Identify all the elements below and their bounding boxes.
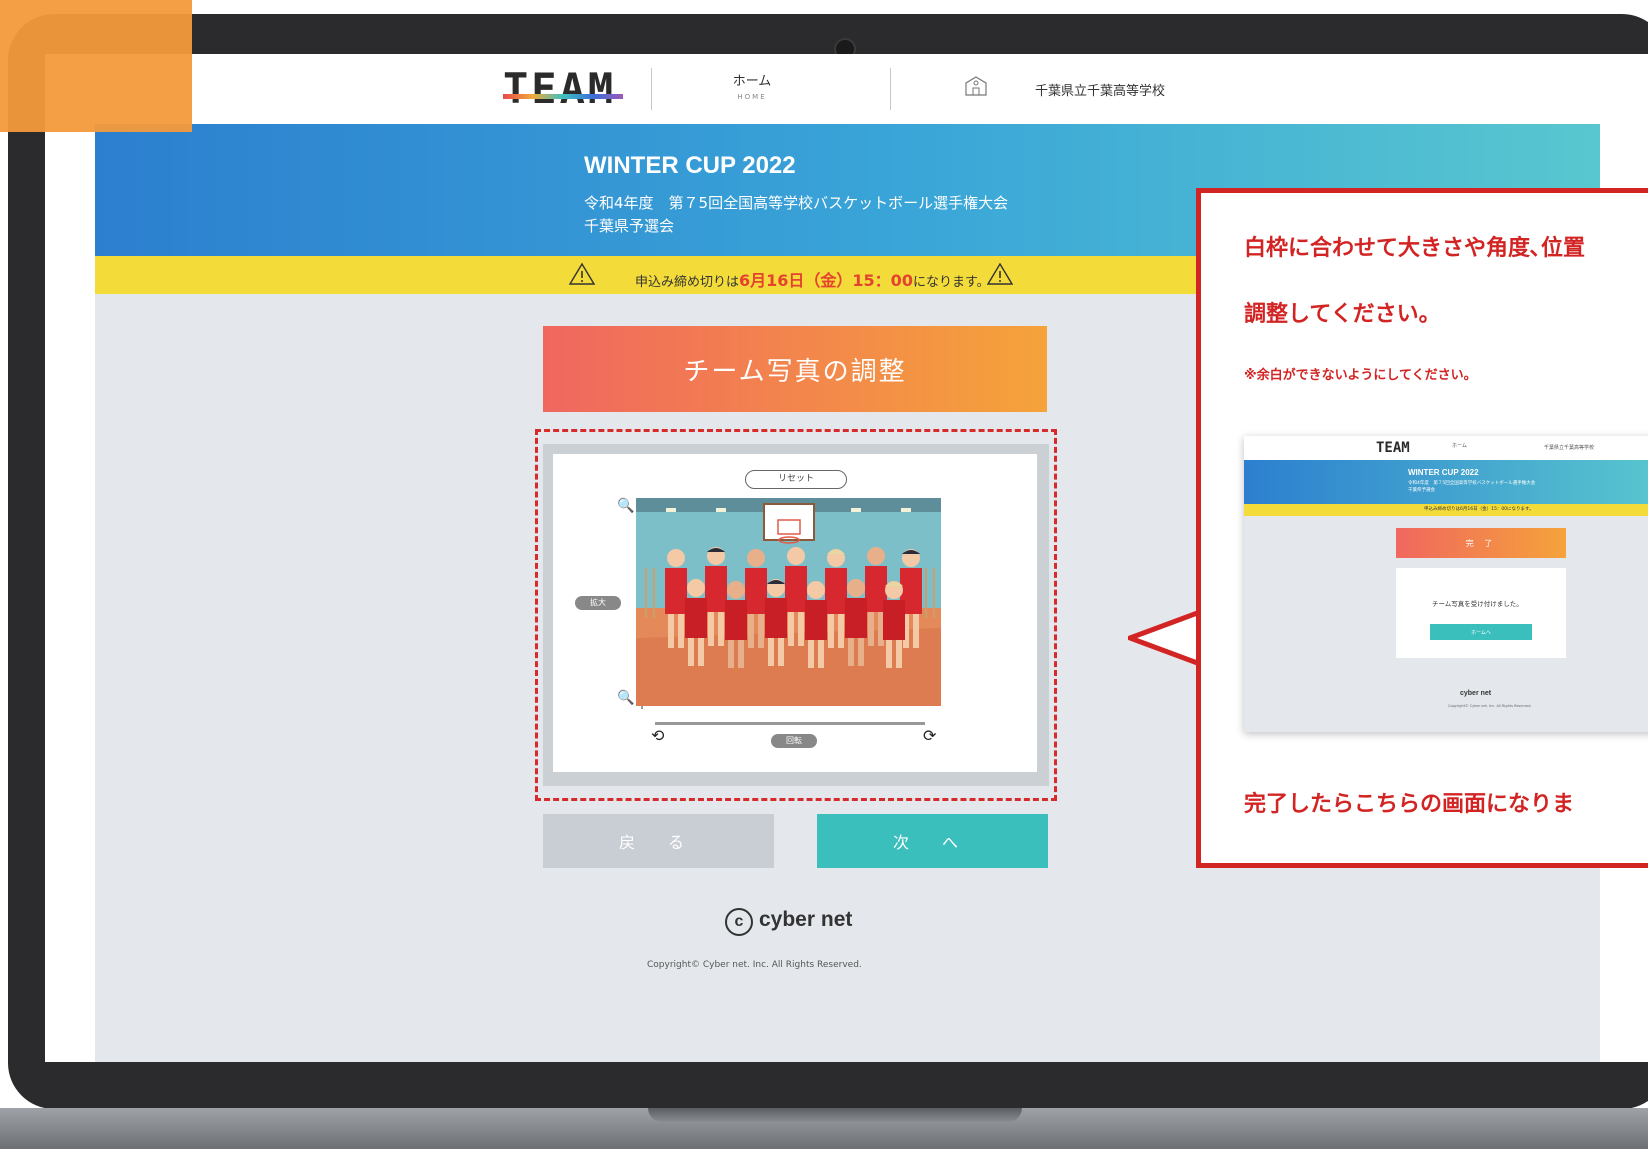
banner-title: WINTER CUP 2022 [584, 152, 796, 179]
footer-logo-text: cyber net [759, 908, 853, 931]
callout-note: ※余白ができないようにしてください。 [1244, 368, 1477, 383]
site-header: TEAM ホーム HOME 千葉県立千葉高等学校 [45, 54, 1648, 124]
zoom-label: 拡大 [575, 596, 621, 610]
page-title: チーム写真の調整 [543, 326, 1047, 412]
zoom-out-icon[interactable]: 🔍 [617, 690, 634, 706]
team-photo[interactable] [636, 498, 941, 706]
rotate-label: 回転 [771, 734, 817, 748]
banner-subtitle-region: 千葉県予選会 [584, 217, 675, 235]
preview-banner-subtitle: 令和4年度 第７5回全国高等学校バスケットボール選手権大会 [1408, 481, 1536, 486]
school-icon [965, 76, 987, 96]
callout-instruction-line2: 調整してください。 [1244, 302, 1441, 327]
reset-button[interactable]: リセット [745, 470, 847, 489]
preview-footer-logo: cyber net [1460, 690, 1492, 697]
warning-icon [569, 262, 595, 285]
preview-confirmation-text: チーム写真を受け付けました。 [1432, 600, 1523, 608]
preview-done-title: 完 了 [1396, 528, 1566, 558]
callout-completion-text: 完了したらこちらの画面になりま [1244, 792, 1575, 817]
logo-color-bar [503, 94, 623, 99]
deadline-prefix: 申込み締め切りは [635, 275, 740, 290]
footer-logo: c cyber net [725, 908, 852, 936]
preview-banner-title: WINTER CUP 2022 [1408, 468, 1479, 477]
copyright-text: Copyright© Cyber net. Inc. All Rights Re… [647, 960, 862, 970]
nav-home-link[interactable]: ホーム HOME [717, 70, 787, 101]
preview-confirmation-card [1396, 568, 1566, 658]
header-divider [651, 68, 652, 110]
completion-preview: TEAM ホーム 千葉県立千葉高等学校 WINTER CUP 2022 令和4年… [1244, 436, 1648, 732]
rotate-right-icon[interactable]: ⟳ [923, 726, 936, 745]
warning-icon [987, 262, 1013, 285]
school-name: 千葉県立千葉高等学校 [1035, 84, 1166, 99]
preview-logo: TEAM [1376, 440, 1410, 456]
banner-subtitle: 令和4年度 第７5回全国高等学校バスケットボール選手権大会 [584, 194, 1009, 212]
rotate-slider[interactable] [655, 722, 925, 725]
preview-copyright: Copyright© Cyber net. Inc. All Rights Re… [1448, 704, 1532, 708]
nav-home-label: ホーム [732, 74, 772, 89]
rotate-left-icon[interactable]: ⟲ [651, 726, 664, 745]
corner-tab [0, 0, 192, 132]
callout-instruction-line1: 白枠に合わせて大きさや角度､位置 [1244, 236, 1586, 261]
laptop-base-notch [648, 1108, 1022, 1122]
deadline-suffix: になります。 [912, 275, 990, 290]
deadline-text: 申込み締め切りは6月16日（金）15：00になります。 [635, 267, 990, 291]
preview-banner-subtitle-region: 千葉県予選会 [1408, 488, 1435, 493]
nav-home-sub: HOME [737, 93, 767, 101]
team-logo[interactable]: TEAM [503, 64, 616, 113]
header-divider [890, 68, 891, 110]
next-button[interactable]: 次 へ [817, 814, 1048, 868]
preview-home-button: ホームへ [1430, 624, 1532, 640]
back-button[interactable]: 戻 る [543, 814, 774, 868]
zoom-in-icon[interactable]: 🔍 [617, 498, 634, 514]
preview-notice-text: 申込み締め切りは6月16日（金）15：00になります。 [1424, 507, 1534, 512]
deadline-date: 6月16日（金）15：00 [739, 271, 913, 290]
copyright-circle-icon: c [725, 908, 753, 936]
preview-nav-home: ホーム [1452, 443, 1467, 449]
preview-school-name: 千葉県立千葉高等学校 [1544, 445, 1595, 451]
